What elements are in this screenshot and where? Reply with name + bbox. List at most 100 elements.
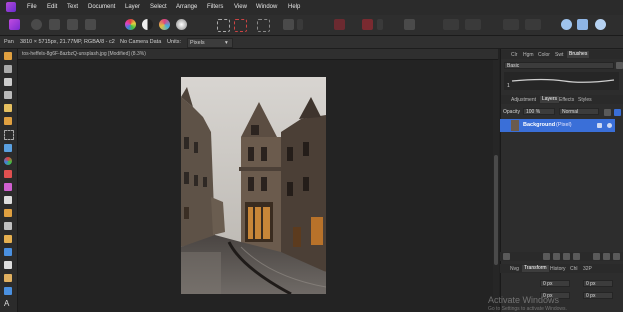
menu-filters[interactable]: Filters	[207, 4, 223, 10]
auto-colors-icon[interactable]	[159, 19, 170, 30]
auto-white-balance-icon[interactable]	[176, 19, 187, 30]
dodge-brush-icon[interactable]	[4, 209, 12, 217]
tab-hgm[interactable]: Hgm	[523, 52, 534, 58]
transform-h-field[interactable]: 0 px	[583, 292, 613, 299]
menu-file[interactable]: File	[27, 4, 37, 10]
tab-32p[interactable]: 32P	[583, 266, 592, 272]
tab-clr[interactable]: Clr	[511, 52, 517, 58]
menu-arrange[interactable]: Arrange	[176, 4, 197, 10]
opacity-field[interactable]: 100 %	[523, 108, 555, 115]
tab-chl[interactable]: Chl	[570, 266, 578, 272]
tab-styles[interactable]: Styles	[578, 97, 592, 103]
user-icon[interactable]	[595, 19, 606, 30]
flood-fill-icon[interactable]	[4, 144, 12, 152]
lock-icon[interactable]	[597, 123, 602, 128]
live-filter-icon[interactable]	[573, 253, 580, 260]
healing-brush-icon[interactable]	[4, 235, 12, 243]
layers-options-icon[interactable]	[503, 253, 510, 260]
brush-category-select[interactable]: Basic	[504, 62, 614, 69]
align-left-icon[interactable]	[443, 19, 459, 30]
document-tab[interactable]: tos-heffels-8g6F-8azbzQ-unsplash.jpg [Mo…	[18, 49, 498, 60]
distribute-icon[interactable]	[525, 19, 541, 30]
tab-layers[interactable]: Layers	[540, 96, 560, 103]
color-picker-icon[interactable]	[4, 78, 12, 86]
pen-tool-icon[interactable]	[4, 274, 12, 282]
tab-effects[interactable]: Effects	[559, 97, 574, 103]
brush-menu-icon[interactable]	[616, 62, 623, 69]
tab-adjustment[interactable]: Adjustment	[511, 97, 536, 103]
arrange-forward-icon[interactable]	[561, 19, 572, 30]
scrollbar-thumb[interactable]	[494, 155, 498, 265]
selection-brush-icon[interactable]	[4, 104, 12, 112]
add-layer-icon[interactable]	[603, 253, 610, 260]
brush-size: 1	[507, 83, 510, 89]
layer-settings-icon[interactable]	[604, 109, 611, 116]
transform-x-field[interactable]: 0 px	[540, 280, 570, 287]
mask-layer-icon[interactable]	[553, 253, 560, 260]
add-pixel-layer-icon[interactable]	[543, 253, 550, 260]
blur-brush-icon[interactable]	[4, 248, 12, 256]
tab-transform[interactable]: Transform	[522, 265, 549, 272]
tab-nvg[interactable]: Nvg	[510, 266, 519, 272]
tab-history[interactable]: History	[550, 266, 566, 272]
auto-contrast-icon[interactable]	[142, 19, 153, 30]
smudge-brush-icon[interactable]	[4, 261, 12, 269]
develop-persona-icon[interactable]	[49, 19, 60, 30]
menu-edit[interactable]: Edit	[47, 4, 57, 10]
align-right-icon[interactable]	[503, 19, 519, 30]
invert-selection-icon[interactable]	[257, 19, 270, 32]
menu-window[interactable]: Window	[256, 4, 277, 10]
menu-text[interactable]: Text	[67, 4, 78, 10]
marquee-selection-icon[interactable]	[217, 19, 230, 32]
chevron-down-icon[interactable]	[297, 19, 303, 30]
tool-name: Pan	[4, 39, 14, 45]
export-persona-icon[interactable]	[85, 19, 96, 30]
menu-layer[interactable]: Layer	[125, 4, 140, 10]
photo-persona-icon[interactable]	[9, 19, 20, 30]
flood-select-icon[interactable]	[4, 117, 12, 125]
adjustment-layer-icon[interactable]	[563, 253, 570, 260]
quick-mask-icon[interactable]	[283, 19, 294, 30]
crop-tool-icon[interactable]	[4, 91, 12, 99]
brush-preview[interactable]: 1	[504, 72, 619, 90]
marquee-tool-icon[interactable]	[4, 130, 14, 140]
units-select[interactable]: Pixels ▾	[187, 38, 233, 48]
assistant-icon[interactable]	[334, 19, 345, 30]
menu-select[interactable]: Select	[150, 4, 167, 10]
arrange-back-icon[interactable]	[577, 19, 588, 30]
menu-view[interactable]: View	[234, 4, 247, 10]
erase-brush-icon[interactable]	[4, 196, 12, 204]
vertical-scrollbar[interactable]	[493, 60, 499, 312]
tab-brushes[interactable]: Brushes	[567, 51, 590, 58]
brush-icon[interactable]	[404, 19, 415, 30]
menu-document[interactable]: Document	[88, 4, 115, 10]
deselect-icon[interactable]	[234, 19, 247, 32]
snapping-options-icon[interactable]	[377, 19, 383, 30]
tone-mapping-persona-icon[interactable]	[67, 19, 78, 30]
move-tool-icon[interactable]	[4, 65, 12, 73]
layers-toolbar	[500, 252, 623, 261]
blend-mode-select[interactable]: Normal	[559, 108, 599, 115]
clone-brush-icon[interactable]	[4, 222, 12, 230]
gradient-tool-icon[interactable]	[4, 157, 12, 165]
align-center-icon[interactable]	[465, 19, 481, 30]
layer-visibility-icon[interactable]	[614, 109, 621, 116]
text-tool-icon[interactable]: A	[4, 300, 12, 308]
tab-swt[interactable]: Swt	[555, 52, 563, 58]
auto-levels-icon[interactable]	[125, 19, 136, 30]
group-layer-icon[interactable]	[593, 253, 600, 260]
paint-brush-icon[interactable]	[4, 170, 12, 178]
transform-y-field[interactable]: 0 px	[583, 280, 613, 287]
studio-tabs-middle: Adjustment Layers Effects Styles	[501, 95, 623, 104]
view-tool-icon[interactable]	[4, 52, 12, 60]
delete-layer-icon[interactable]	[613, 253, 620, 260]
color-replacement-icon[interactable]	[4, 183, 12, 191]
snapping-icon[interactable]	[362, 19, 373, 30]
canvas-photo[interactable]	[181, 77, 326, 294]
liquify-persona-icon[interactable]	[31, 19, 42, 30]
tab-color[interactable]: Color	[538, 52, 550, 58]
menu-help[interactable]: Help	[288, 4, 300, 10]
layer-visible-checkbox[interactable]	[607, 123, 612, 128]
shape-tool-icon[interactable]	[4, 287, 12, 295]
layer-row-background[interactable]: Background (Pixel)	[500, 119, 615, 132]
